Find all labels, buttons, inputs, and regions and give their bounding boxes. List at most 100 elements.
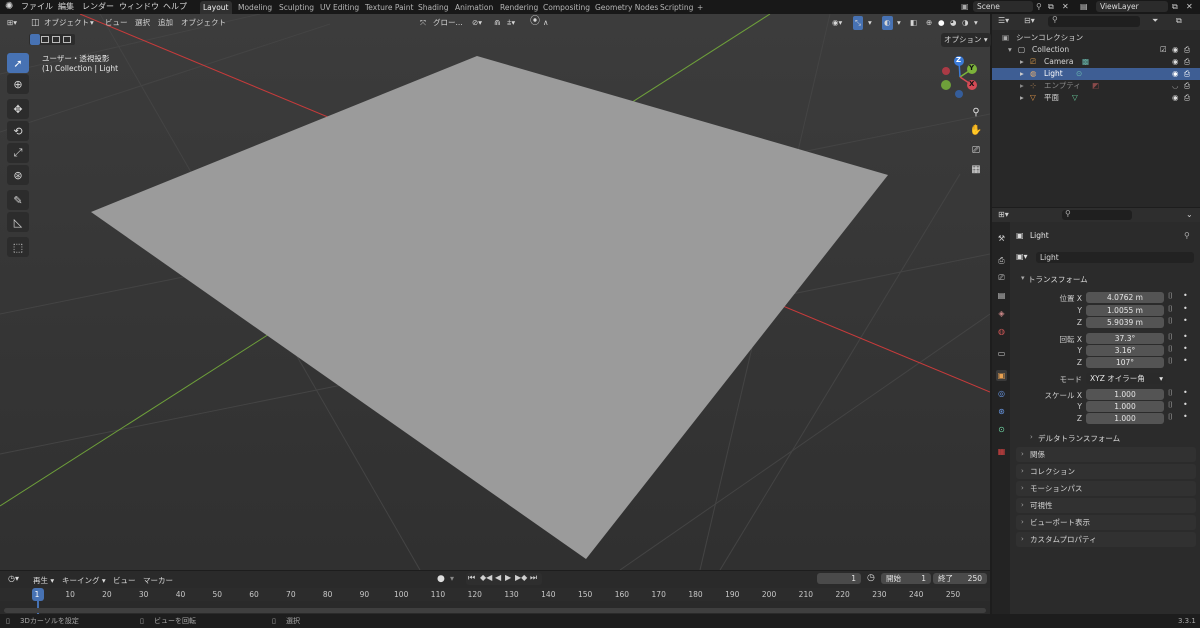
new-scene-icon[interactable]: ⧉ <box>1048 0 1054 14</box>
select-intersect-icon[interactable] <box>63 36 71 43</box>
overlay-toggle-icon[interactable]: ◐ <box>882 16 893 30</box>
lock-icon[interactable]: ⌷ <box>1168 344 1173 354</box>
lock-icon[interactable]: ⌷ <box>1168 400 1173 410</box>
shading-material-icon[interactable]: ◕ <box>950 16 957 30</box>
shading-rendered-icon[interactable]: ◑ <box>962 16 969 30</box>
proportional-edit-icon[interactable]: ⦿ <box>530 15 540 29</box>
scale-z-field[interactable]: 1.000 <box>1086 413 1164 424</box>
eye-icon[interactable]: ◉ <box>1172 56 1179 68</box>
auto-keying-icon[interactable]: ● <box>437 574 445 584</box>
delete-scene-icon[interactable]: ✕ <box>1062 0 1069 14</box>
jump-start-icon[interactable]: ⏮ <box>468 573 475 583</box>
menu-object[interactable]: オブジェクト <box>181 16 226 30</box>
lock-icon[interactable]: ⌷ <box>1168 356 1173 366</box>
scale-y-field[interactable]: 1.000 <box>1086 401 1164 412</box>
snap-target-icon[interactable]: ⩲▾ <box>507 16 515 30</box>
object-mode-icon[interactable]: ◫ <box>31 16 40 30</box>
timeline-scrollbar[interactable] <box>4 608 986 613</box>
gizmo-chevron-icon[interactable]: ▾ <box>868 16 872 30</box>
options-button[interactable]: オプション ▾ <box>941 33 991 47</box>
select-subtract-icon[interactable] <box>52 36 60 43</box>
expand-chevron-icon[interactable]: ▾ <box>1008 44 1012 56</box>
outliner-search-input[interactable] <box>1048 16 1140 27</box>
transform-panel-header[interactable]: ▾ トランスフォーム <box>1016 272 1196 286</box>
menu-window[interactable]: ウィンドウ <box>119 0 159 14</box>
eye-icon[interactable]: ◉ <box>1172 68 1179 80</box>
navigation-gizmo[interactable]: Z Y X <box>938 55 982 99</box>
scale-tool-icon[interactable]: ⤢ <box>7 143 29 163</box>
tab-texture-paint[interactable]: Texture Paint <box>362 1 416 14</box>
pivot-point-icon[interactable]: ⊘▾ <box>472 16 482 30</box>
menu-view[interactable]: ビュー <box>105 16 128 30</box>
lock-icon[interactable]: ⌷ <box>1168 291 1173 301</box>
tab-animation[interactable]: Animation <box>452 1 496 14</box>
camera-render-icon[interactable]: ⎙ <box>1184 68 1190 80</box>
properties-editor-type-icon[interactable]: ⊞▾ <box>998 210 1009 219</box>
move-tool-icon[interactable]: ✥ <box>7 99 29 119</box>
rotation-x-field[interactable]: 37.3° <box>1086 333 1164 344</box>
select-set-icon[interactable] <box>30 34 40 45</box>
snap-icon[interactable]: ⋒ <box>494 16 500 30</box>
constraints-tab-icon[interactable]: ⊛ <box>996 406 1007 417</box>
rotation-y-field[interactable]: 3.16° <box>1086 345 1164 356</box>
tab-modeling[interactable]: Modeling <box>235 1 275 14</box>
transform-orientation-selector[interactable]: グロー... <box>433 16 463 30</box>
keyframe-dot-icon[interactable]: • <box>1183 332 1188 341</box>
expand-chevron-icon[interactable]: ▸ <box>1020 80 1024 92</box>
new-collection-icon[interactable]: ⧉ <box>1176 16 1182 26</box>
panel-viewport-display[interactable]: › ビューポート表示 <box>1016 515 1196 530</box>
camera-render-icon[interactable]: ⎙ <box>1184 92 1190 104</box>
menu-edit[interactable]: 編集 <box>58 0 74 14</box>
end-frame-field[interactable]: 終了 250 <box>933 573 987 584</box>
panel-visibility[interactable]: › 可視性 <box>1016 498 1196 513</box>
location-z-field[interactable]: 5.9039 m <box>1086 317 1164 328</box>
timeline-editor-type-icon[interactable]: ◷▾ <box>8 574 19 583</box>
view-layer-tab-icon[interactable]: ▤ <box>996 290 1007 301</box>
camera-view-icon[interactable]: ⎚ <box>967 142 985 158</box>
new-view-layer-icon[interactable]: ⧉ <box>1172 0 1178 14</box>
transform-tool-icon[interactable]: ⊛ <box>7 165 29 185</box>
list-item[interactable]: ▸ ⎚ Camera ▩ ◉ ⎙ <box>992 56 1200 68</box>
play-reverse-icon[interactable]: ◀ <box>495 573 501 582</box>
eye-icon[interactable]: ◉ <box>1172 92 1179 104</box>
panel-relations[interactable]: › 関係 <box>1016 447 1196 462</box>
keyframe-dot-icon[interactable]: • <box>1183 388 1188 397</box>
mode-chevron-icon[interactable]: ▾ <box>90 16 94 30</box>
world-tab-icon[interactable]: ◍ <box>996 326 1007 337</box>
tab-shading[interactable]: Shading <box>415 1 451 14</box>
pin-icon[interactable]: ⚲ <box>1036 0 1042 14</box>
list-item[interactable]: ▸ ◍ Light ⊙ ◉ ⎙ <box>992 68 1200 80</box>
camera-render-icon[interactable]: ⎙ <box>1184 44 1190 56</box>
filter-icon[interactable]: ⏷ <box>1152 16 1158 26</box>
keyframe-dot-icon[interactable]: • <box>1183 344 1188 353</box>
measure-tool-icon[interactable]: ◺ <box>7 212 29 232</box>
start-frame-field[interactable]: 開始 1 <box>881 573 931 584</box>
texture-tab-icon[interactable]: ▦ <box>996 446 1007 457</box>
visibility-icon[interactable]: ◉▾ <box>832 16 842 30</box>
display-mode-icon[interactable]: ⊟▾ <box>1024 16 1035 25</box>
keyframe-dot-icon[interactable]: • <box>1183 356 1188 365</box>
cursor-tool-icon[interactable]: ⊕ <box>7 74 29 94</box>
list-item[interactable]: ▸ ⊹ エンプティ ◩ ◡ ⎙ <box>992 80 1200 92</box>
tab-compositing[interactable]: Compositing <box>540 1 593 14</box>
object-data-tab-icon[interactable]: ⊙ <box>996 424 1007 435</box>
menu-marker[interactable]: マーカー <box>143 575 173 586</box>
falloff-icon[interactable]: ∧ <box>543 16 549 30</box>
pan-hand-icon[interactable]: ✋ <box>967 122 985 138</box>
keyframe-dot-icon[interactable]: • <box>1183 291 1188 300</box>
3d-viewport[interactable] <box>0 14 990 570</box>
keyframe-dot-icon[interactable]: • <box>1183 400 1188 409</box>
lock-icon[interactable]: ⌷ <box>1168 412 1173 422</box>
menu-help[interactable]: ヘルプ <box>163 0 187 14</box>
tab-rendering[interactable]: Rendering <box>497 1 541 14</box>
menu-render[interactable]: レンダー <box>82 0 114 14</box>
play-icon[interactable]: ▶ <box>505 573 511 582</box>
eye-closed-icon[interactable]: ◡ <box>1172 80 1179 92</box>
camera-render-icon[interactable]: ⎙ <box>1184 56 1190 68</box>
tab-sculpting[interactable]: Sculpting <box>276 1 317 14</box>
location-x-field[interactable]: 4.0762 m <box>1086 292 1164 303</box>
delete-view-layer-icon[interactable]: ✕ <box>1186 0 1193 14</box>
scene-icon[interactable]: ▣ <box>961 0 969 14</box>
properties-options-icon[interactable]: ⌄ <box>1186 210 1193 219</box>
select-box-tool-icon[interactable]: ➚ <box>7 53 29 73</box>
